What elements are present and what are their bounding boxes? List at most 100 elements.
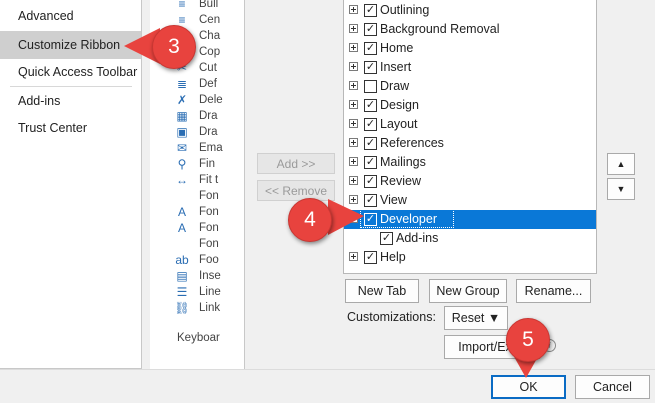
tab-checkbox[interactable]: ✓ [364,175,377,188]
expand-icon[interactable] [349,100,358,109]
tree-row-review[interactable]: ✓ Review [344,172,596,191]
tree-row-add-ins[interactable]: ✓ Add-ins [360,229,596,248]
tree-row-view[interactable]: ✓ View [344,191,596,210]
expand-icon[interactable] [349,119,358,128]
line-spacing-icon: ☰ [176,285,188,299]
command-item[interactable]: ≣ Def [150,76,244,92]
command-label: Fon [199,238,219,250]
command-item[interactable]: ⛓ Link [150,300,244,316]
customizations-label: Customizations: [347,310,436,324]
reset-dropdown[interactable]: Reset ▼ [444,306,508,330]
command-item[interactable]: ☰ Line [150,284,244,300]
tree-row-label: Layout [380,117,418,131]
command-label: Dra [199,110,218,122]
command-label: Dra [199,126,218,138]
new-group-button[interactable]: New Group [429,279,507,303]
expand-icon[interactable] [349,176,358,185]
command-item[interactable]: ⚲ Fin [150,156,244,172]
insert-icon: ▤ [176,269,188,283]
tab-checkbox[interactable]: ✓ [364,61,377,74]
expand-icon[interactable] [349,252,358,261]
command-label: Inse [199,270,221,282]
tab-checkbox[interactable] [364,80,377,93]
tree-row-label: Outlining [380,3,430,17]
tree-row-home[interactable]: ✓ Home [344,39,596,58]
tree-row-label: References [380,136,444,150]
command-item[interactable]: ✉ Ema [150,140,244,156]
expand-icon[interactable] [349,81,358,90]
tree-row-background-removal[interactable]: ✓ Background Removal [344,20,596,39]
tree-row-draw[interactable]: Draw [344,77,596,96]
command-item[interactable]: ab Foo [150,252,244,268]
command-label: Cop [199,46,221,58]
footnote-icon: ab [175,253,189,267]
command-item[interactable]: Fon [150,188,244,204]
tab-checkbox[interactable]: ✓ [364,23,377,36]
tree-row-help[interactable]: ✓ Help [344,248,596,267]
font-a-icon: A [177,205,186,219]
move-down-button[interactable]: ▼ [607,178,635,200]
tab-checkbox[interactable]: ✓ [380,232,393,245]
tab-checkbox[interactable]: ✓ [364,99,377,112]
tree-row-developer[interactable]: ✓ Developer [344,210,596,229]
command-item[interactable]: A Fon [150,204,244,220]
command-label: Fon [199,222,219,234]
find-icon: ⚲ [177,157,187,171]
command-item[interactable]: ▣ Dra [150,124,244,140]
tab-checkbox[interactable]: ✓ [364,137,377,150]
callout-step-4: 4 [288,198,332,242]
tree-row-label: Background Removal [380,22,500,36]
link-icon: ⛓ [174,301,190,315]
expand-icon[interactable] [349,62,358,71]
add-button[interactable]: Add >> [257,153,335,174]
new-tab-button[interactable]: New Tab [345,279,419,303]
command-label: Fit t [199,174,219,186]
expand-icon[interactable] [349,157,358,166]
tab-checkbox[interactable]: ✓ [364,4,377,17]
move-up-button[interactable]: ▲ [607,153,635,175]
command-label: Link [199,302,221,314]
command-label: Bull [199,0,219,10]
callout-step-3: 3 [152,25,196,69]
font-icon [174,189,190,203]
tab-checkbox[interactable]: ✓ [364,118,377,131]
command-label: Foo [199,254,219,266]
font-color-icon [174,237,190,251]
cancel-button[interactable]: Cancel [575,375,650,399]
command-item[interactable]: ↔ Fit t [150,172,244,188]
tree-row-label: Home [380,41,414,55]
nav-item-trust-center[interactable]: Trust Center [0,114,141,142]
tree-row-outlining[interactable]: ✓ Outlining [344,1,596,20]
command-label: Fon [199,190,219,202]
tab-checkbox[interactable]: ✓ [364,42,377,55]
command-item[interactable]: A Fon [150,220,244,236]
command-item[interactable]: ≡ Bull [150,0,244,12]
tree-row-label: Design [380,98,419,112]
nav-item-add-ins[interactable]: Add-ins [0,87,141,115]
expand-icon[interactable] [349,43,358,52]
tree-row-layout[interactable]: ✓ Layout [344,115,596,134]
tree-row-insert[interactable]: ✓ Insert [344,58,596,77]
keyboard-shortcuts-label[interactable]: Keyboar [177,332,220,344]
main-tabs-tree[interactable]: ✓ Outlining ✓ Background Removal ✓ Home ✓ Inser… [343,0,597,274]
tree-row-references[interactable]: ✓ References [344,134,596,153]
define-icon: ≣ [176,77,188,91]
tree-row-label: View [380,193,407,207]
command-item[interactable]: ✗ Dele [150,92,244,108]
command-label: Dele [199,94,223,106]
rename-button[interactable]: Rename... [516,279,591,303]
command-item[interactable]: ▤ Inse [150,268,244,284]
expand-icon[interactable] [349,24,358,33]
command-label: Cha [199,30,221,42]
draw-table-icon: ▦ [176,109,188,123]
tree-row-mailings[interactable]: ✓ Mailings [344,153,596,172]
tree-row-label: Developer [380,212,437,226]
tree-row-design[interactable]: ✓ Design [344,96,596,115]
command-item[interactable]: Fon [150,236,244,252]
tab-checkbox[interactable]: ✓ [364,156,377,169]
command-item[interactable]: ▦ Dra [150,108,244,124]
expand-icon[interactable] [349,5,358,14]
callout-step-5: 5 [506,318,550,362]
tab-checkbox[interactable]: ✓ [364,251,377,264]
expand-icon[interactable] [349,138,358,147]
